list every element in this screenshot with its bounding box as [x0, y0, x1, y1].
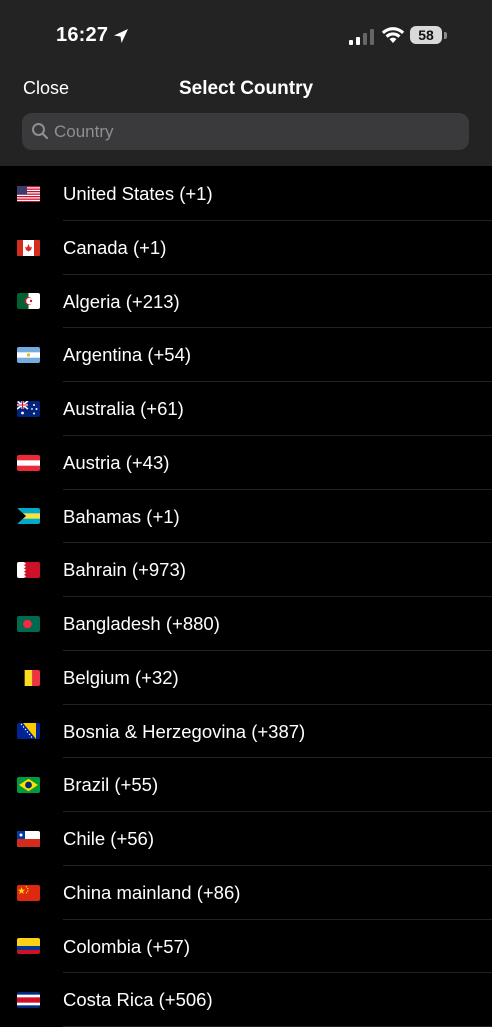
- flag-bs-icon: [17, 508, 40, 525]
- country-label: Brazil (+55): [63, 774, 159, 796]
- country-row-bd[interactable]: Bangladesh (+880): [0, 597, 492, 651]
- flag-cl-icon: [17, 830, 40, 847]
- flag-ca-icon: [17, 239, 40, 256]
- country-row-dz[interactable]: Algeria (+213): [0, 275, 492, 329]
- country-label: Australia (+61): [63, 398, 184, 419]
- country-label: Austria (+43): [63, 451, 170, 473]
- battery-level: 58: [410, 26, 442, 44]
- flag-br-icon: [17, 777, 40, 794]
- flag-au-icon: [17, 400, 40, 417]
- sheet-header: 16:27 58 Close Select Country: [0, 0, 492, 166]
- status-time: 16:27: [56, 24, 109, 46]
- country-label: Chile (+56): [63, 828, 155, 849]
- country-label: United States (+1): [63, 183, 213, 204]
- country-label: Bangladesh (+880): [63, 613, 220, 634]
- location-arrow-icon: [114, 29, 128, 43]
- flag-us-icon: [17, 185, 40, 202]
- country-list: United States (+1) Canada (+1) Algeria (+2…: [0, 167, 492, 1027]
- country-label: Costa Rica (+506): [63, 989, 213, 1011]
- country-row-bh[interactable]: Bahrain (+973): [0, 543, 492, 597]
- wifi-icon: [381, 27, 405, 43]
- country-row-cr[interactable]: Costa Rica (+506): [0, 973, 492, 1027]
- flag-at-icon: [17, 454, 40, 471]
- flag-dz-icon: [17, 293, 40, 310]
- flag-cr-icon: [17, 992, 40, 1009]
- country-row-be[interactable]: Belgium (+32): [0, 651, 492, 705]
- flag-co-icon: [17, 938, 40, 955]
- battery-icon: 58: [410, 26, 448, 46]
- search-icon: [32, 123, 49, 140]
- country-label: Bahrain (+973): [63, 559, 186, 581]
- country-label: Bosnia & Herzegovina (+387): [63, 720, 306, 742]
- flag-be-icon: [17, 669, 40, 686]
- country-label: Belgium (+32): [63, 666, 179, 688]
- country-row-bs[interactable]: Bahamas (+1): [0, 490, 492, 544]
- search-input[interactable]: [54, 113, 454, 150]
- flag-ba-icon: [17, 723, 40, 740]
- country-row-ba[interactable]: Bosnia & Herzegovina (+387): [0, 705, 492, 759]
- country-row-au[interactable]: Australia (+61): [0, 382, 492, 436]
- flag-bh-icon: [17, 562, 40, 579]
- country-row-co[interactable]: Colombia (+57): [0, 920, 492, 974]
- flag-ar-icon: [17, 347, 40, 364]
- country-label: China mainland (+86): [63, 881, 241, 903]
- nav-bar: Close Select Country: [0, 70, 492, 110]
- cellular-signal-icon: [349, 29, 374, 45]
- search-field[interactable]: [22, 113, 469, 150]
- page-title: Select Country: [178, 78, 314, 99]
- country-row-ar[interactable]: Argentina (+54): [0, 328, 492, 382]
- country-label: Canada (+1): [63, 236, 167, 258]
- country-label: Bahamas (+1): [63, 505, 180, 527]
- country-label: Argentina (+54): [63, 344, 192, 366]
- country-row-us[interactable]: United States (+1): [0, 167, 492, 221]
- country-label: Colombia (+57): [63, 935, 190, 957]
- country-row-br[interactable]: Brazil (+55): [0, 758, 492, 812]
- flag-cn-icon: [17, 884, 40, 901]
- country-row-cl[interactable]: Chile (+56): [0, 812, 492, 866]
- country-row-ca[interactable]: Canada (+1): [0, 221, 492, 275]
- country-row-cn[interactable]: China mainland (+86): [0, 866, 492, 920]
- status-bar: 16:27 58: [0, 0, 492, 70]
- country-row-at[interactable]: Austria (+43): [0, 436, 492, 490]
- flag-bd-icon: [17, 615, 40, 632]
- country-label: Algeria (+213): [63, 290, 180, 312]
